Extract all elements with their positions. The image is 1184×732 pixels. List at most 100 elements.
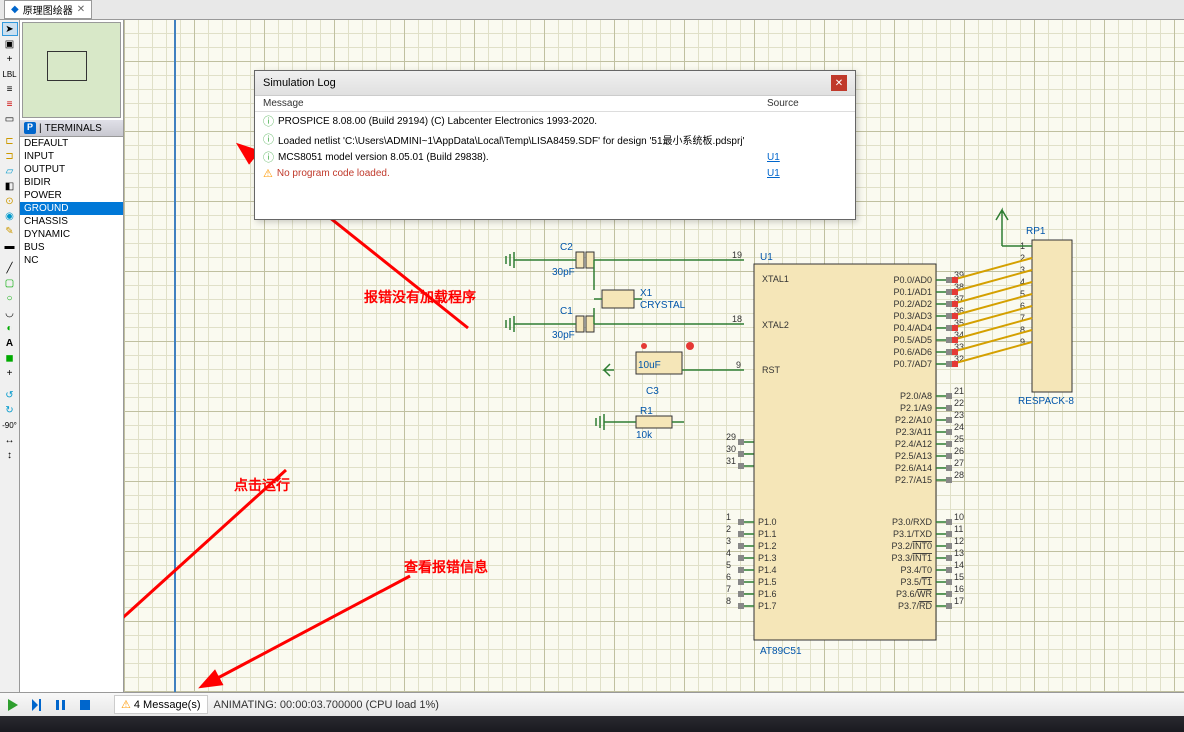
terminal-item-default[interactable]: DEFAULT [20, 137, 123, 150]
animation-status: ANIMATING: 00:00:03.700000 (CPU load 1%) [214, 699, 439, 711]
info-icon: ⓘ [263, 131, 274, 147]
cap-c2[interactable] [576, 252, 584, 268]
schematic-canvas[interactable]: X1 CRYSTAL C2 30pF C1 30pF C3 10uF R1 10… [124, 20, 1184, 692]
cap-c1[interactable] [576, 316, 584, 332]
stop-button[interactable] [76, 697, 94, 713]
tab-close-icon[interactable]: ✕ [77, 4, 85, 15]
log-row: ⓘPROSPICE 8.08.00 (Build 29194) (C) Labc… [263, 112, 847, 130]
circle-tool[interactable]: ○ [2, 291, 18, 305]
graph-tool[interactable]: ▱ [2, 164, 18, 178]
rotate-cw-tool[interactable]: ↻ [2, 403, 18, 417]
svg-text:25: 25 [954, 434, 964, 444]
svg-text:P3.3/INT1: P3.3/INT1 [891, 553, 932, 563]
probe-tool[interactable]: ◉ [2, 209, 18, 223]
svg-text:17: 17 [954, 596, 964, 606]
log-row: ⓘMCS8051 model version 8.05.01 (Build 29… [263, 148, 847, 166]
svg-text:18: 18 [732, 314, 742, 324]
messages-button[interactable]: ⚠ 4 Message(s) [114, 695, 208, 714]
terminal-item-dynamic[interactable]: DYNAMIC [20, 228, 123, 241]
terminal-item-ground[interactable]: GROUND [20, 202, 123, 215]
vcc-icon [996, 210, 1008, 246]
svg-text:P0.1/AD1: P0.1/AD1 [893, 287, 932, 297]
svg-text:P0.7/AD7: P0.7/AD7 [893, 359, 932, 369]
svg-text:26: 26 [954, 446, 964, 456]
respack-rp1[interactable] [1032, 240, 1072, 392]
svg-text:24: 24 [954, 422, 964, 432]
path-tool[interactable]: ◐ [2, 321, 18, 335]
svg-text:3: 3 [726, 536, 731, 546]
svg-text:27: 27 [954, 458, 964, 468]
side-panel: P | TERMINALS DEFAULTINPUTOUTPUTBIDIRPOW… [20, 20, 124, 692]
generator-tool[interactable]: ⊙ [2, 194, 18, 208]
tape-tool[interactable]: ◧ [2, 179, 18, 193]
crystal-x1[interactable] [602, 290, 634, 308]
svg-text:5: 5 [726, 560, 731, 570]
marker-tool[interactable]: + [2, 366, 18, 380]
pin-tool[interactable]: ⊐ [2, 149, 18, 163]
svg-text:P1.2: P1.2 [758, 541, 777, 551]
label-tool[interactable]: LBL [2, 67, 18, 81]
junction-tool[interactable]: + [2, 52, 18, 66]
box-tool[interactable]: ▢ [2, 276, 18, 290]
terminal-item-bus[interactable]: BUS [20, 241, 123, 254]
edit-tool[interactable]: ✎ [2, 224, 18, 238]
log-row: ⚠No program code loaded.U1 [263, 166, 847, 181]
pause-button[interactable] [52, 697, 70, 713]
svg-text:P1.4: P1.4 [758, 565, 777, 575]
instrument-tool[interactable]: ▬ [2, 239, 18, 253]
step-button[interactable] [28, 697, 46, 713]
svg-text:U1: U1 [760, 252, 773, 263]
component-tool[interactable]: ▣ [2, 37, 18, 51]
svg-text:CRYSTAL: CRYSTAL [640, 300, 686, 311]
preview-component [47, 51, 87, 81]
tab-icon: ◆ [11, 4, 19, 15]
svg-text:XTAL1: XTAL1 [762, 274, 789, 284]
svg-text:30pF: 30pF [552, 330, 575, 341]
select-tool[interactable]: ➤ [2, 22, 18, 36]
svg-text:30pF: 30pF [552, 267, 575, 278]
line-tool[interactable]: ╱ [2, 261, 18, 275]
tab-schematic[interactable]: ◆ 原理图绘器 ✕ [4, 0, 92, 19]
svg-text:P2.3/A11: P2.3/A11 [896, 427, 932, 437]
terminal-item-output[interactable]: OUTPUT [20, 163, 123, 176]
arc-tool[interactable]: ◡ [2, 306, 18, 320]
text-tool[interactable]: A [2, 336, 18, 350]
svg-text:P2.7/A15: P2.7/A15 [895, 475, 932, 485]
flip-h-tool[interactable]: ↔ [2, 433, 18, 447]
svg-text:RP1: RP1 [1026, 226, 1046, 237]
symbol-tool[interactable]: ◼ [2, 351, 18, 365]
rotate-ccw-tool[interactable]: ↺ [2, 388, 18, 402]
svg-text:15: 15 [954, 572, 964, 582]
simulation-log-title: Simulation Log [263, 77, 336, 89]
script-tool[interactable]: ≡ [2, 82, 18, 96]
subcircuit-tool[interactable]: ▭ [2, 112, 18, 126]
terminals-list: DEFAULTINPUTOUTPUTBIDIRPOWERGROUNDCHASSI… [20, 137, 123, 692]
svg-text:P2.4/A12: P2.4/A12 [895, 439, 932, 449]
svg-text:10: 10 [954, 512, 964, 522]
terminal-item-bidir[interactable]: BIDIR [20, 176, 123, 189]
svg-text:2: 2 [726, 524, 731, 534]
terminal-item-power[interactable]: POWER [20, 189, 123, 202]
rotate-angle[interactable]: -90° [2, 418, 18, 432]
simulation-log-window[interactable]: Simulation Log ✕ Message Source ⓘPROSPIC… [254, 70, 856, 220]
terminal-item-input[interactable]: INPUT [20, 150, 123, 163]
terminal-tool[interactable]: ⊏ [2, 134, 18, 148]
close-icon[interactable]: ✕ [831, 75, 847, 91]
svg-text:P0.4/AD4: P0.4/AD4 [893, 323, 932, 333]
svg-text:P1.7: P1.7 [758, 601, 777, 611]
tab-bar: ◆ 原理图绘器 ✕ [0, 0, 1184, 20]
bus-tool[interactable]: ≡ [2, 97, 18, 111]
flip-v-tool[interactable]: ↕ [2, 448, 18, 462]
svg-text:21: 21 [954, 386, 964, 396]
terminal-item-nc[interactable]: NC [20, 254, 123, 267]
terminal-item-chassis[interactable]: CHASSIS [20, 215, 123, 228]
play-button[interactable] [4, 697, 22, 713]
annotation-view: 查看报错信息 [404, 559, 488, 575]
p-icon: P [24, 122, 36, 134]
resistor-r1[interactable] [636, 416, 672, 428]
svg-text:7: 7 [726, 584, 731, 594]
simulation-log-titlebar[interactable]: Simulation Log ✕ [255, 71, 855, 96]
status-bar: ⚠ 4 Message(s) ANIMATING: 00:00:03.70000… [0, 692, 1184, 716]
svg-text:P3.6/WR: P3.6/WR [896, 589, 933, 599]
svg-text:C3: C3 [646, 386, 659, 397]
